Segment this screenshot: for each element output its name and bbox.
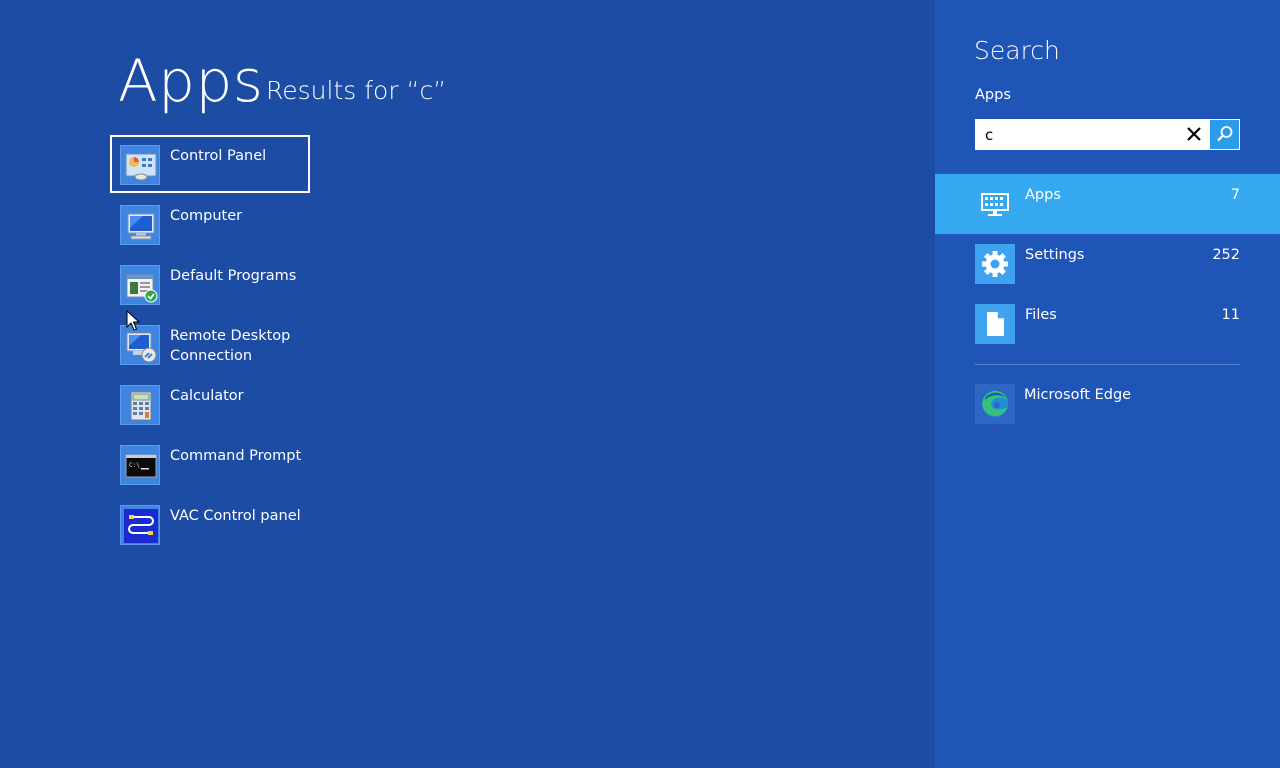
- divider: [975, 364, 1240, 365]
- vac-control-panel-icon: [120, 505, 160, 545]
- apps-icon: [975, 184, 1015, 224]
- app-item-control-panel[interactable]: Control Panel: [110, 135, 310, 193]
- search-input[interactable]: [975, 119, 1175, 150]
- app-label: Default Programs: [170, 268, 297, 284]
- control-panel-icon: [120, 145, 160, 185]
- svg-text:C:\_: C:\_: [129, 462, 144, 469]
- app-item-computer[interactable]: Computer: [110, 195, 310, 253]
- search-pane: Search Apps c Apps 7 Settings 252 Files …: [935, 0, 1280, 768]
- results-subtitle: Results for “c”: [266, 76, 447, 105]
- app-label: Computer: [170, 208, 243, 224]
- command-prompt-icon: C:\_: [120, 445, 160, 485]
- search-box: [975, 119, 1240, 150]
- default-programs-icon: [120, 265, 160, 305]
- file-icon: [975, 304, 1015, 344]
- app-label: Calculator: [170, 388, 244, 404]
- search-button[interactable]: [1210, 120, 1239, 149]
- category-label: Files: [1025, 307, 1057, 323]
- close-icon: [1187, 127, 1201, 141]
- category-count: 252: [1212, 247, 1240, 263]
- page-title: Apps: [118, 47, 264, 115]
- suggestion-microsoft-edge[interactable]: Microsoft Edge: [935, 374, 1280, 434]
- microsoft-edge-icon: [975, 384, 1015, 424]
- search-category-files[interactable]: Files 11: [935, 294, 1280, 354]
- clear-search-button[interactable]: [1179, 119, 1209, 150]
- suggestion-label: Microsoft Edge: [1024, 387, 1132, 403]
- category-label: Settings: [1025, 247, 1085, 263]
- app-item-calculator[interactable]: Calculator: [110, 375, 310, 433]
- search-icon: [1217, 126, 1233, 142]
- app-item-vac-control-panel[interactable]: VAC Control panel: [110, 495, 310, 553]
- app-item-command-prompt[interactable]: C:\_ Command Prompt: [110, 435, 310, 493]
- category-count: 11: [1221, 307, 1240, 323]
- search-category-settings[interactable]: Settings 252: [935, 234, 1280, 294]
- category-label: Apps: [1025, 187, 1061, 203]
- search-category-apps[interactable]: Apps 7: [935, 174, 1280, 234]
- search-scope-label: Apps: [975, 87, 1011, 103]
- app-item-default-programs[interactable]: Default Programs: [110, 255, 310, 313]
- app-label: Control Panel: [170, 148, 267, 164]
- calculator-icon: [120, 385, 160, 425]
- mouse-pointer-icon: [126, 310, 140, 331]
- app-label: VAC Control panel: [170, 508, 301, 524]
- search-pane-title: Search: [974, 36, 1060, 65]
- apps-results-area: Apps Results for “c” Control Panel Compu…: [0, 0, 935, 768]
- category-count: 7: [1230, 187, 1240, 203]
- app-label: Remote Desktop Connection: [170, 328, 291, 364]
- computer-icon: [120, 205, 160, 245]
- app-item-remote-desktop-connection[interactable]: Remote Desktop Connection: [110, 315, 310, 373]
- gear-icon: [975, 244, 1015, 284]
- app-label: Command Prompt: [170, 448, 302, 464]
